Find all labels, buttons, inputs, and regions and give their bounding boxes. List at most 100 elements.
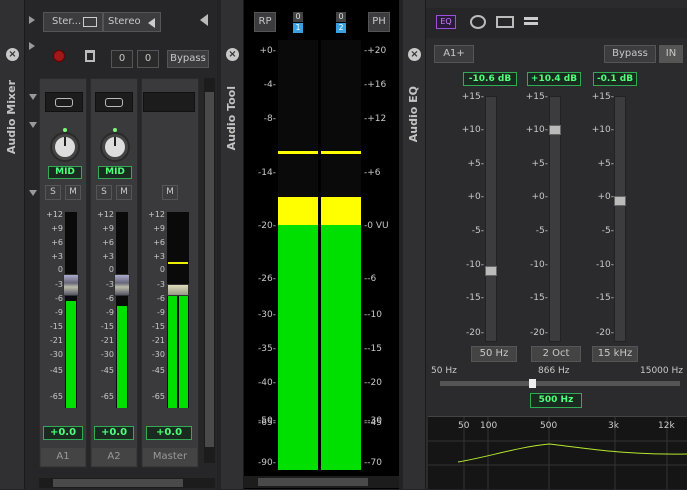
mute-button-master[interactable]: M: [162, 185, 178, 200]
ch2-num[interactable]: 2: [336, 23, 346, 33]
ph-button[interactable]: PH: [368, 12, 390, 32]
trash-icon[interactable]: [85, 50, 95, 62]
eq-scale-1: +15- +10- +5- +0- -5- -10- -15- -20-: [448, 92, 488, 342]
freq-slider-thumb[interactable]: [529, 379, 536, 388]
freq-value[interactable]: 500 Hz: [530, 393, 582, 408]
channel-name-master: Master: [143, 448, 197, 466]
gain-a1[interactable]: +0.0: [43, 426, 83, 440]
eq-tab-label[interactable]: Audio EQ: [407, 86, 420, 142]
scale-master: +12 +9 +6 +3 0 -3 -6 -9 -15 -21 -30 -45 -65: [141, 210, 167, 410]
rp-button[interactable]: RP: [254, 12, 276, 32]
band-value-2[interactable]: +10.4 dB: [527, 72, 581, 86]
plugin-slot-master[interactable]: [143, 92, 195, 112]
meter-fill-a2: [117, 306, 127, 408]
tool-right-tick: -+6: [364, 168, 381, 178]
band-label-3[interactable]: 15 kHz: [592, 346, 638, 362]
gain-master[interactable]: +0.0: [146, 426, 192, 440]
freq-mid: 866 Hz: [538, 366, 570, 376]
band-track-3[interactable]: [614, 96, 626, 342]
volume-icon[interactable]: [200, 14, 208, 26]
band-track-1[interactable]: [485, 96, 497, 342]
eq-scale-tick: -15-: [530, 293, 548, 303]
meter-master: [167, 212, 189, 408]
mixer-scale-tick: -21: [151, 336, 165, 345]
band-thumb-3[interactable]: [614, 196, 626, 206]
eq-icon[interactable]: EQ: [436, 15, 456, 29]
ch1-top: 0: [293, 12, 303, 22]
stereo-select-2[interactable]: Stereo: [103, 12, 161, 32]
pan-knob-a1[interactable]: [52, 134, 78, 160]
plugin-slot-a1[interactable]: [45, 92, 83, 112]
tool-left-tick: -26-: [258, 274, 276, 284]
fader-a1[interactable]: [63, 274, 79, 296]
ch1-num[interactable]: 1: [293, 23, 303, 33]
mixer-vscrollbar[interactable]: [204, 78, 215, 463]
mute-button-a1[interactable]: M: [65, 185, 81, 200]
channel-name-a2: A2: [92, 448, 136, 466]
mixer-hscrollbar[interactable]: [39, 478, 215, 488]
freq-slider-track[interactable]: [440, 381, 680, 386]
tool-tab-label[interactable]: Audio Tool: [225, 86, 238, 150]
eq-bypass-button[interactable]: Bypass: [604, 45, 656, 63]
tool-hscrollbar[interactable]: [244, 476, 399, 488]
plugin-slot-a2[interactable]: [95, 92, 133, 112]
tool-right-tick: --20: [364, 378, 382, 388]
collapse-icon-2[interactable]: [29, 122, 37, 128]
pan-value-a2: MID: [98, 166, 132, 179]
mixer-scale-tick: -30: [151, 350, 165, 359]
tool-left-tick: -20-: [258, 221, 276, 231]
ch2-top: 0: [336, 12, 346, 22]
eq-sync-icon[interactable]: [470, 15, 486, 29]
solo-button-a1[interactable]: S: [45, 185, 61, 200]
band-label-1[interactable]: 50 Hz: [471, 346, 517, 362]
expand-icon-2[interactable]: [29, 42, 35, 50]
gain-a2[interactable]: +0.0: [94, 426, 134, 440]
band-label-2[interactable]: 2 Oct: [531, 346, 581, 362]
band-value-3[interactable]: -0.1 dB: [593, 72, 637, 86]
solo-button-a2[interactable]: S: [96, 185, 112, 200]
tool-right-tick: --45: [364, 418, 382, 428]
stereo-select-1[interactable]: Ster...: [43, 12, 103, 32]
mixer-tab-label[interactable]: Audio Mixer: [5, 80, 18, 154]
mixer-scale-tick: +9: [102, 224, 114, 233]
tool-meter-r: [321, 40, 361, 470]
mixer-scale-tick: -65: [49, 392, 63, 401]
band-value-1[interactable]: -10.6 dB: [463, 72, 517, 86]
tool-right-tick: --6: [364, 274, 377, 284]
mixer-scale-tick: -6: [157, 294, 165, 303]
eq-scale-tick: +15-: [461, 92, 484, 102]
band-thumb-2[interactable]: [549, 125, 561, 135]
tool-left-scale: +0- -4- -8- -14- -20- -26- -30- -35- -40- -50- -65…: [244, 40, 278, 470]
pan-knob-a2[interactable]: [102, 134, 128, 160]
mixer-scale-tick: -3: [106, 280, 114, 289]
tool-left-tick: -65-: [258, 418, 276, 428]
tool-right-tick: --70: [364, 458, 382, 468]
band-thumb-1[interactable]: [485, 266, 497, 276]
count-a[interactable]: 0: [111, 50, 133, 68]
count-b[interactable]: 0: [137, 50, 159, 68]
meter-fill-master-l: [168, 295, 177, 408]
eq-scale-tick: +10-: [525, 125, 548, 135]
eq-preset-select[interactable]: A1+: [434, 45, 474, 63]
eq-scale-tick: -10-: [466, 260, 484, 270]
mixer-bypass-button[interactable]: Bypass: [167, 50, 209, 68]
eq-scale-2: +15- +10- +5- +0- -5- -10- -15- -20-: [512, 92, 552, 342]
fader-a2[interactable]: [114, 274, 130, 296]
collapse-icon[interactable]: [29, 94, 37, 100]
tool-left-tick: -4-: [263, 80, 276, 90]
fader-master[interactable]: [167, 284, 189, 296]
mixer-scale-tick: +3: [102, 252, 114, 261]
speaker-icon: [148, 18, 155, 28]
eq-film-icon[interactable]: [496, 16, 514, 28]
expand-icon[interactable]: [29, 16, 35, 24]
close-tool-icon[interactable]: ×: [226, 48, 239, 61]
eq-scale-tick: +5-: [597, 159, 614, 169]
close-mixer-icon[interactable]: ×: [6, 48, 19, 61]
collapse-icon-3[interactable]: [29, 190, 37, 196]
eq-in-button[interactable]: IN: [659, 45, 683, 63]
pan-value-a1: MID: [48, 166, 82, 179]
record-button[interactable]: [53, 50, 65, 62]
eq-menu-icon[interactable]: [524, 17, 538, 25]
close-eq-icon[interactable]: ×: [408, 48, 421, 61]
mute-button-a2[interactable]: M: [116, 185, 132, 200]
